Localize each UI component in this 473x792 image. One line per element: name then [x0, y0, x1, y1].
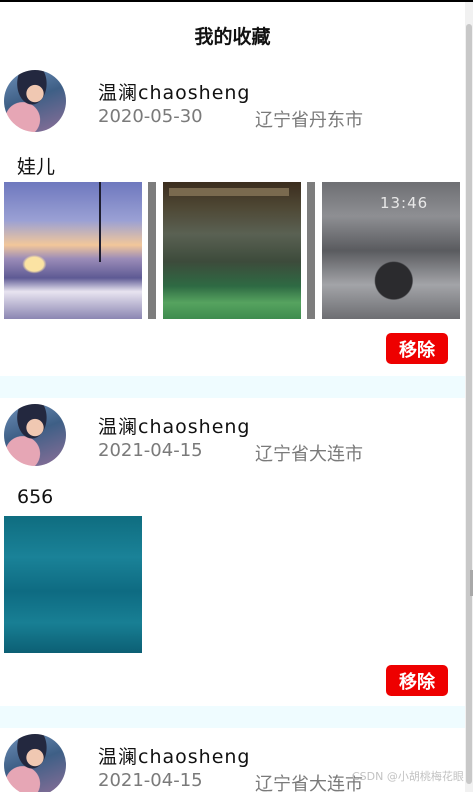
favorite-card: 温澜chaosheng 2020-05-30 辽宁省丹东市 娃儿 13:46 移… — [0, 64, 465, 376]
post-text: 656 — [17, 486, 54, 508]
remove-button[interactable]: 移除 — [386, 665, 448, 696]
image-divider — [148, 182, 156, 319]
lockscreen-photo[interactable]: 13:46 — [322, 182, 460, 319]
post-date: 2021-04-15 — [98, 770, 203, 791]
post-location: 辽宁省大连市 — [255, 444, 363, 465]
page-title: 我的收藏 — [194, 26, 271, 48]
card-separator — [0, 706, 465, 728]
post-location: 辽宁省丹东市 — [255, 110, 363, 131]
scrollbar-thumb[interactable] — [466, 24, 472, 784]
post-text: 娃儿 — [17, 156, 56, 178]
post-date: 2021-04-15 — [98, 440, 203, 461]
avatar[interactable] — [4, 734, 66, 792]
watermark: CSDN @小胡桃梅花眼 — [352, 770, 464, 783]
post-date: 2020-05-30 — [98, 106, 203, 127]
post-location: 辽宁省大连市 — [255, 774, 363, 792]
user-name[interactable]: 温澜chaosheng — [98, 412, 251, 439]
sunset-road-photo[interactable] — [4, 182, 142, 319]
shop-awning — [169, 188, 289, 196]
favorite-card: 温澜chaosheng 2021-04-15 辽宁省大连市 656 移除 — [0, 398, 465, 708]
utility-pole — [99, 182, 101, 262]
avatar[interactable] — [4, 404, 66, 466]
scrollbar[interactable] — [465, 2, 473, 792]
image-divider — [307, 182, 315, 319]
lockscreen-time: 13:46 — [379, 194, 429, 212]
user-name[interactable]: 温澜chaosheng — [98, 742, 251, 769]
remove-button[interactable]: 移除 — [386, 333, 448, 364]
water-photo[interactable] — [4, 516, 142, 653]
user-name[interactable]: 温澜chaosheng — [98, 78, 251, 105]
card-separator — [0, 376, 465, 398]
page-header: 我的收藏 — [0, 2, 465, 64]
avatar[interactable] — [4, 70, 66, 132]
shop-window-photo[interactable] — [163, 182, 301, 319]
